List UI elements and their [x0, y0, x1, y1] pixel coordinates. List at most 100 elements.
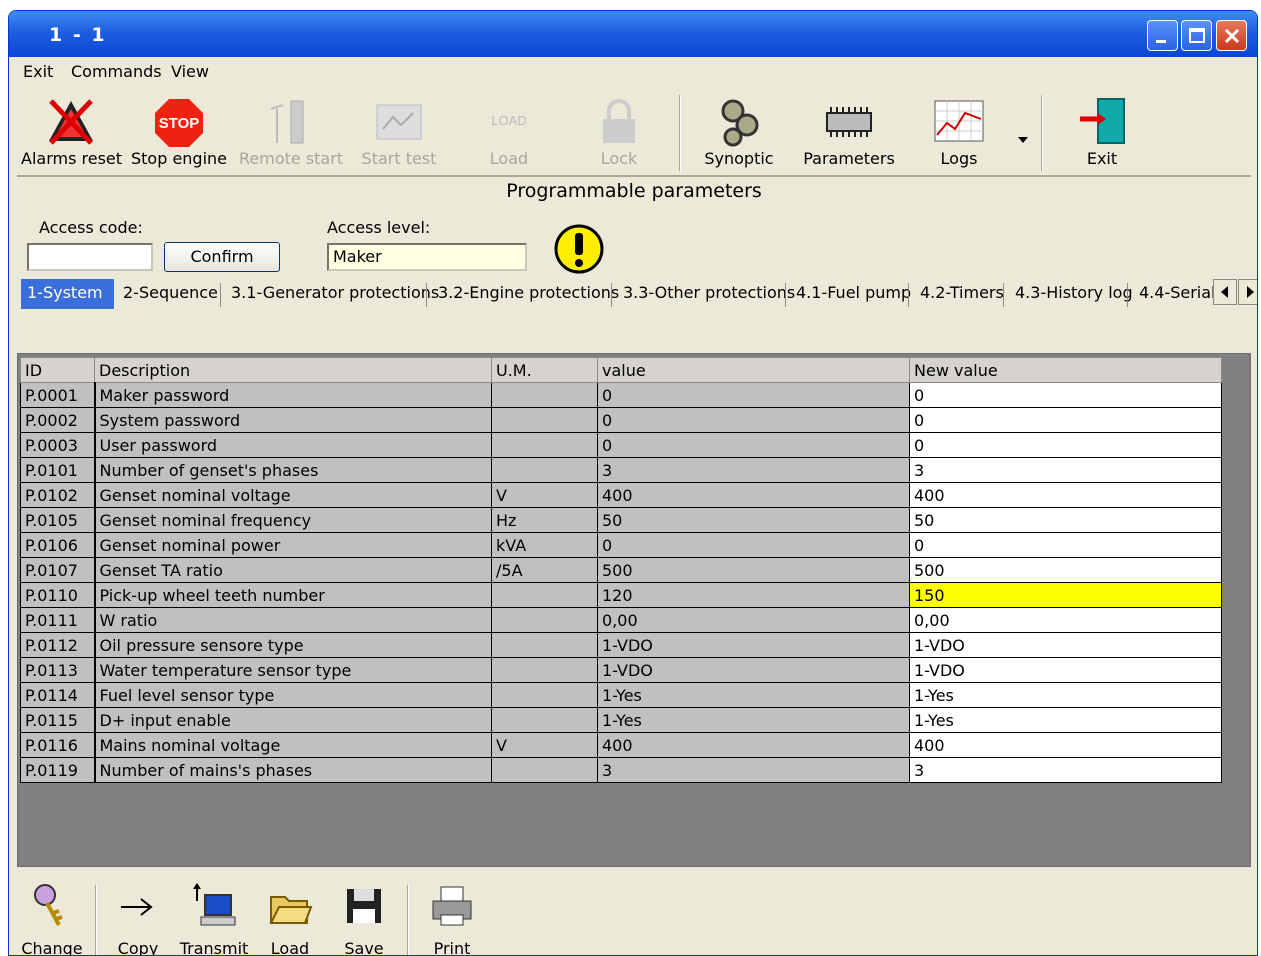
tab-timers[interactable]: 4.2-Timers [914, 279, 1010, 309]
cell-description: Maker password [94, 382, 492, 408]
column-header-id[interactable]: ID [20, 357, 95, 383]
transmit-button[interactable]: Transmit [175, 877, 253, 955]
start-test-button[interactable]: Start test [349, 89, 449, 173]
load-button[interactable]: Load [257, 877, 323, 955]
cell-um [491, 657, 598, 683]
table-row[interactable]: P.0101 Number of genset's phases 3 3 [20, 457, 1222, 483]
confirm-button[interactable]: Confirm [164, 242, 280, 272]
column-header-description[interactable]: Description [94, 357, 492, 383]
arrow-right-icon [121, 898, 153, 916]
logs-dropdown-icon[interactable] [1018, 137, 1030, 145]
cell-new-value[interactable]: 1-Yes [909, 682, 1222, 708]
table-row[interactable]: P.0102 Genset nominal voltage V 400 400 [20, 482, 1222, 508]
remote-start-button[interactable]: Remote start [239, 89, 343, 173]
minimize-button[interactable] [1147, 20, 1178, 51]
tab-system[interactable]: 1-System [21, 279, 114, 309]
cell-value: 400 [597, 482, 910, 508]
tab-fuel-pump[interactable]: 4.1-Fuel pump [790, 279, 917, 309]
tab-other-protections[interactable]: 3.3-Other protections [617, 279, 801, 309]
lock-button[interactable]: Lock [569, 89, 669, 173]
parameters-button[interactable]: Parameters [799, 89, 899, 173]
table-row[interactable]: P.0107 Genset TA ratio/5A 500 500 [20, 557, 1222, 583]
load-toolbar-button[interactable]: LOAD Load [459, 89, 559, 173]
cell-um [491, 632, 598, 658]
cell-new-value[interactable]: 400 [909, 732, 1222, 758]
menu-view[interactable]: View [171, 62, 209, 81]
cell-new-value[interactable]: 3 [909, 457, 1222, 483]
tab-history-log[interactable]: 4.3-History log [1009, 279, 1139, 309]
cell-value: 1-Yes [597, 682, 910, 708]
tab-generator-protections[interactable]: 3.1-Generator protections [225, 279, 445, 309]
access-code-input[interactable] [27, 243, 153, 271]
menu-exit[interactable]: Exit [23, 62, 53, 81]
tab-sequence[interactable]: 2-Sequence [117, 279, 224, 309]
cell-value: 1-VDO [597, 657, 910, 683]
cell-id: P.0101 [20, 457, 96, 483]
arrow-right-icon [1247, 286, 1254, 298]
table-row[interactable]: P.0110 Pick-up wheel teeth number 120 150 [20, 582, 1222, 608]
table-row[interactable]: P.0119 Number of mains's phases 3 3 [20, 757, 1222, 783]
table-row[interactable]: P.0001 Maker password 0 0 [20, 382, 1222, 408]
cell-new-value[interactable]: 1-Yes [909, 707, 1222, 733]
parameters-table: ID Description U.M. value New value P.00… [20, 357, 1222, 783]
cell-new-value[interactable]: 50 [909, 507, 1222, 533]
print-button[interactable]: Print [417, 877, 487, 955]
table-row[interactable]: P.0111 W ratio 0,00 0,00 [20, 607, 1222, 633]
table-row[interactable]: P.0106 Genset nominal power kVA 0 0 [20, 532, 1222, 558]
column-header-um[interactable]: U.M. [491, 357, 598, 383]
maximize-button[interactable] [1181, 20, 1212, 51]
access-level-field: Maker [327, 243, 527, 271]
column-header-value[interactable]: value [597, 357, 910, 383]
load-icon: LOAD [491, 113, 526, 128]
title-bar: 1 - 1 [9, 11, 1257, 57]
change-button[interactable]: Change [15, 877, 89, 955]
menu-commands[interactable]: Commands [71, 62, 162, 81]
table-row[interactable]: P.0116 Mains nominal voltage V 400 400 [20, 732, 1222, 758]
cell-description: Fuel level sensor type [94, 682, 492, 708]
cell-new-value[interactable]: 0 [909, 432, 1222, 458]
close-button[interactable] [1216, 20, 1247, 51]
cell-new-value[interactable]: 0,00 [909, 607, 1222, 633]
table-row[interactable]: P.0105 Genset nominal frequency Hz 50 50 [20, 507, 1222, 533]
table-row[interactable]: P.0114 Fuel level sensor type 1-Yes 1-Yes [20, 682, 1222, 708]
cell-new-value[interactable]: 3 [909, 757, 1222, 783]
table-row[interactable]: P.0002 System password 0 0 [20, 407, 1222, 433]
cell-new-value[interactable]: 400 [909, 482, 1222, 508]
cell-new-value[interactable]: 0 [909, 382, 1222, 408]
tab-serial[interactable]: 4.4-Serial [1133, 279, 1215, 309]
tab-engine-protections[interactable]: 3.2-Engine protections [432, 279, 625, 309]
printer-icon [432, 886, 472, 926]
logs-button[interactable]: Logs [909, 89, 1009, 173]
gears-icon [721, 99, 759, 147]
table-row[interactable]: P.0113 Water temperature sensor type 1-VDO… [20, 657, 1222, 683]
cell-id: P.0111 [20, 607, 96, 633]
table-row[interactable]: P.0112 Oil pressure sensore type 1-VDO 1-VD… [20, 632, 1222, 658]
tab-scroll-left[interactable] [1213, 279, 1237, 305]
toolbar-separator [679, 95, 681, 171]
cell-um [491, 707, 598, 733]
cell-new-value[interactable]: 1-VDO [909, 657, 1222, 683]
cell-value: 0 [597, 432, 910, 458]
cell-id: P.0002 [20, 407, 96, 433]
cell-value: 1-VDO [597, 632, 910, 658]
table-row[interactable]: P.0115 D+ input enable 1-Yes 1-Yes [20, 707, 1222, 733]
alarms-reset-button[interactable]: Alarms reset [21, 89, 122, 173]
cell-new-value[interactable]: 0 [909, 407, 1222, 433]
chart-log-icon [934, 100, 984, 142]
keys-icon [34, 884, 63, 926]
cell-new-value[interactable]: 1-VDO [909, 632, 1222, 658]
tab-scroll-right[interactable] [1238, 279, 1257, 305]
cell-id: P.0112 [20, 632, 96, 658]
cell-id: P.0113 [20, 657, 96, 683]
stop-engine-button[interactable]: STOP Stop engine [129, 89, 229, 173]
cell-new-value[interactable]: 500 [909, 557, 1222, 583]
column-header-new-value[interactable]: New value [909, 357, 1222, 383]
alarm-reset-icon [49, 99, 93, 145]
cell-new-value[interactable]: 150 [909, 582, 1222, 608]
exit-button[interactable]: Exit [1052, 89, 1152, 173]
synoptic-button[interactable]: Synoptic [689, 89, 789, 173]
save-button[interactable]: Save [331, 877, 397, 955]
cell-new-value[interactable]: 0 [909, 532, 1222, 558]
copy-button[interactable]: Copy [105, 877, 171, 955]
table-row[interactable]: P.0003 User password 0 0 [20, 432, 1222, 458]
